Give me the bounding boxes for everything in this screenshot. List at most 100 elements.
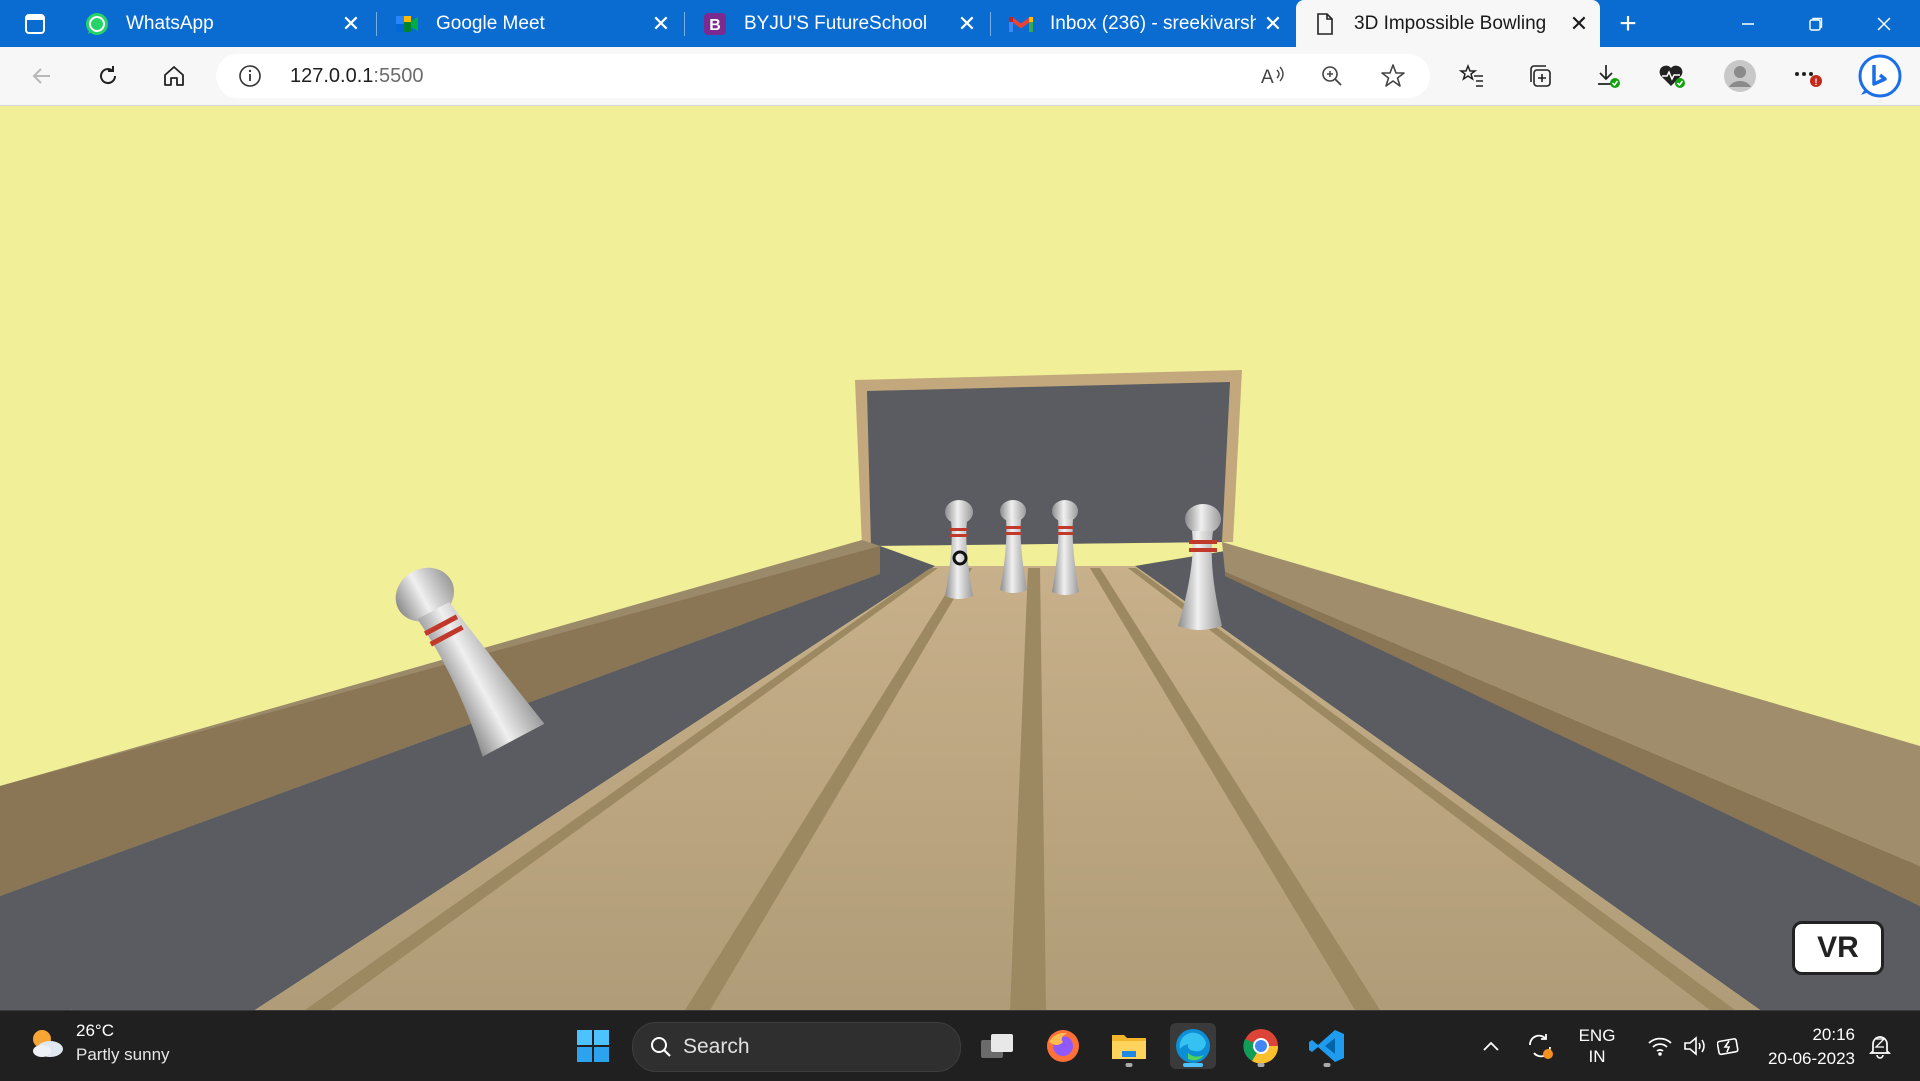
zoom-icon[interactable] <box>1320 64 1344 93</box>
home-button[interactable] <box>154 56 194 96</box>
tab-byjus[interactable]: B BYJU'S FutureSchool ✕ <box>686 0 988 47</box>
tab-strip: WhatsApp ✕ Google Meet ✕ B BYJU'S Future… <box>0 0 1920 47</box>
sync-icon <box>1529 1034 1553 1059</box>
notifications-button[interactable] <box>1862 1011 1898 1081</box>
profile-button[interactable] <box>1720 56 1760 96</box>
tab-gmail[interactable]: Inbox (236) - sreekivarsha ✕ <box>992 0 1294 47</box>
avatar-icon <box>1724 60 1756 92</box>
new-tab-button[interactable]: + <box>1610 6 1646 42</box>
chrome-taskbar-button[interactable] <box>1238 1023 1284 1069</box>
downloads-button[interactable] <box>1588 56 1628 96</box>
taskbar-search[interactable]: Search <box>632 1022 961 1072</box>
bowling-scene <box>0 370 1920 1010</box>
tab-title: Google Meet <box>436 12 545 34</box>
back-wall <box>855 370 1242 546</box>
system-clock[interactable]: 20:16 20-06-2023 <box>1752 1023 1855 1071</box>
vscode-icon <box>1309 1030 1344 1062</box>
read-aloud-icon[interactable]: A <box>1260 64 1286 93</box>
task-view-button[interactable] <box>974 1023 1020 1069</box>
weather-condition: Partly sunny <box>76 1045 170 1064</box>
svg-text:A: A <box>1261 67 1274 88</box>
close-window-button[interactable] <box>1850 0 1918 47</box>
collections-icon <box>1530 65 1551 87</box>
favorite-star-icon[interactable] <box>1380 63 1406 94</box>
vscode-taskbar-button[interactable] <box>1304 1023 1350 1069</box>
google-meet-icon <box>394 11 420 37</box>
site-info-icon[interactable] <box>238 64 262 88</box>
show-hidden-icons-button[interactable] <box>1476 1011 1506 1081</box>
task-view-icon <box>981 1034 1013 1058</box>
weather-widget[interactable]: 26°C Partly sunny <box>26 1021 170 1065</box>
volume-icon <box>1684 1036 1705 1056</box>
tab-actions-icon <box>25 13 45 34</box>
url-text: 127.0.0.1:5500 <box>290 65 423 88</box>
tab-separator <box>990 12 991 36</box>
taskbar: 26°C Partly sunny Search ENG IN 20:16 20… <box>0 1010 1920 1081</box>
collections-button[interactable] <box>1520 56 1560 96</box>
firefox-taskbar-button[interactable] <box>1040 1023 1086 1069</box>
firefox-icon <box>1047 1030 1079 1062</box>
bing-icon <box>1858 54 1902 98</box>
restore-button[interactable] <box>1782 0 1850 47</box>
quick-settings-button[interactable] <box>1636 1011 1754 1081</box>
arrow-left-icon <box>32 68 50 84</box>
start-button[interactable] <box>570 1023 616 1069</box>
search-label: Search <box>683 1035 750 1058</box>
settings-more-button[interactable]: ! <box>1788 56 1828 96</box>
close-tab-icon[interactable]: ✕ <box>644 7 678 41</box>
bing-chat-button[interactable] <box>1856 52 1904 100</box>
running-indicator <box>1323 1063 1331 1067</box>
clock-date: 20-06-2023 <box>1768 1049 1855 1068</box>
vr-button[interactable]: VR <box>1792 921 1884 975</box>
running-indicator <box>1257 1063 1265 1067</box>
tab-title: BYJU'S FutureSchool <box>744 12 928 34</box>
browser-toolbar: 127.0.0.1:5500 A ! <box>0 47 1920 106</box>
tab-title: WhatsApp <box>126 12 214 34</box>
edge-icon <box>1176 1029 1210 1063</box>
bowling-pin <box>1000 500 1027 593</box>
clock-time: 20:16 <box>1812 1025 1855 1044</box>
tab-separator <box>684 12 685 36</box>
minimize-button[interactable] <box>1714 0 1782 47</box>
weather-temperature: 26°C <box>76 1021 114 1040</box>
close-tab-icon[interactable]: ✕ <box>1562 7 1596 41</box>
download-icon <box>1598 65 1620 88</box>
search-icon <box>651 1037 671 1057</box>
partly-sunny-icon <box>33 1030 63 1057</box>
url-port: :5500 <box>373 65 424 87</box>
refresh-icon <box>100 66 117 85</box>
active-indicator <box>1183 1063 1203 1067</box>
page-icon <box>1312 11 1338 37</box>
url-host: 127.0.0.1 <box>290 65 374 87</box>
address-bar[interactable]: 127.0.0.1:5500 A <box>216 54 1430 98</box>
home-icon <box>164 66 184 86</box>
close-tab-icon[interactable]: ✕ <box>334 7 368 41</box>
refresh-button[interactable] <box>88 56 128 96</box>
windows-logo-icon <box>577 1030 609 1062</box>
edge-taskbar-button[interactable] <box>1170 1023 1216 1069</box>
region-code: IN <box>1588 1047 1606 1066</box>
gmail-icon <box>1008 11 1034 37</box>
file-explorer-taskbar-button[interactable] <box>1106 1023 1152 1069</box>
folder-icon <box>1112 1035 1146 1059</box>
tab-google-meet[interactable]: Google Meet ✕ <box>378 0 682 47</box>
bowling-game-canvas[interactable]: VR <box>0 106 1920 1010</box>
tab-actions-button[interactable] <box>14 8 56 39</box>
close-tab-icon[interactable]: ✕ <box>950 7 984 41</box>
more-dots-icon: ! <box>1795 72 1822 87</box>
heart-pulse-icon <box>1659 65 1685 88</box>
input-language-button[interactable]: ENG IN <box>1572 1011 1622 1081</box>
sync-status-button[interactable] <box>1520 1011 1560 1081</box>
language-code: ENG <box>1578 1026 1616 1045</box>
favorites-icon <box>1459 63 1483 87</box>
svg-text:!: ! <box>1815 77 1818 87</box>
tab-whatsapp[interactable]: WhatsApp ✕ <box>70 0 372 47</box>
tab-3d-impossible-bowling[interactable]: 3D Impossible Bowling ✕ <box>1296 0 1600 47</box>
battery-charging-icon <box>1717 1038 1739 1056</box>
svg-text:B: B <box>709 17 721 34</box>
bowling-pin <box>1052 500 1079 595</box>
browser-essentials-button[interactable] <box>1652 56 1692 96</box>
close-tab-icon[interactable]: ✕ <box>1256 7 1290 41</box>
favorites-button[interactable] <box>1452 56 1492 96</box>
back-button[interactable] <box>22 56 62 96</box>
